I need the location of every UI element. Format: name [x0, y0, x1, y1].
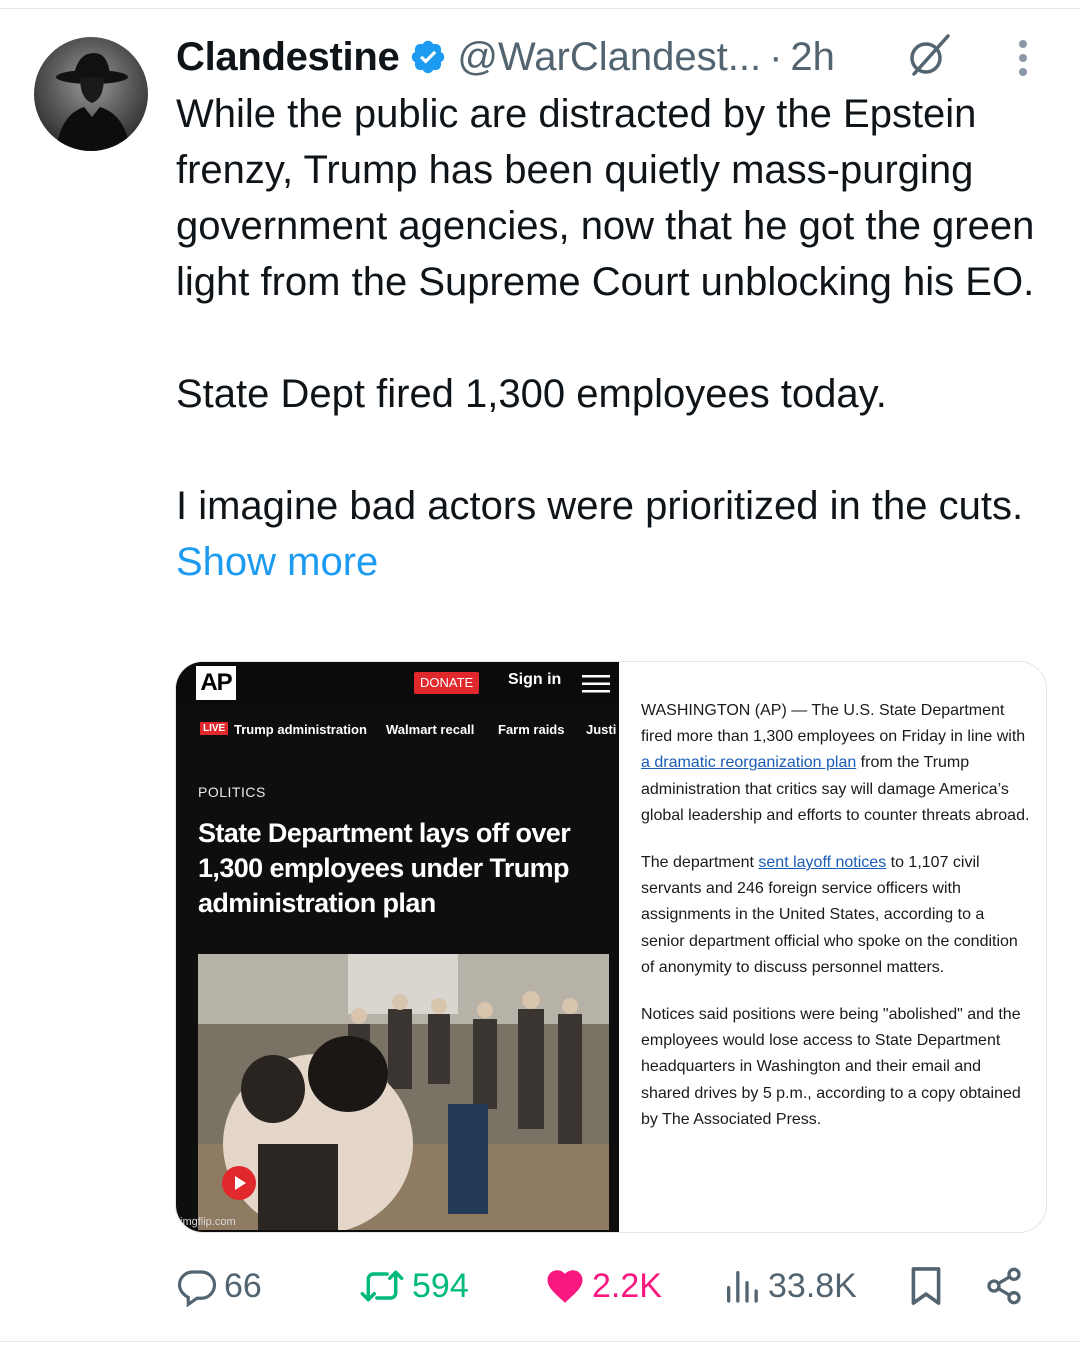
- article-paragraph: The department sent layoff notices to 1,…: [641, 850, 1031, 981]
- grok-icon[interactable]: [904, 30, 954, 80]
- menu-icon: [582, 674, 610, 694]
- ap-nav-item: Walmart recall: [386, 722, 475, 737]
- ap-nav-item: Farm raids: [498, 722, 565, 737]
- repost-count: 594: [412, 1266, 469, 1305]
- tweet-text: While the public are distracted by the E…: [176, 86, 1056, 590]
- sign-in-link: Sign in: [508, 671, 562, 688]
- article-paragraph: Notices said positions were being "aboli…: [641, 1006, 1021, 1128]
- more-options-icon[interactable]: [1010, 38, 1036, 84]
- repost-button[interactable]: 594: [358, 1258, 469, 1314]
- tweet-paragraph: State Dept fired 1,300 employees today.: [176, 372, 887, 416]
- ap-headline: State Department lays off over 1,300 emp…: [198, 818, 571, 918]
- author-handle[interactable]: @WarClandest...: [457, 35, 761, 80]
- heart-icon: [544, 1265, 586, 1307]
- ap-nav-item: Justi: [586, 722, 617, 737]
- ap-nav-item: Trump administration: [234, 722, 367, 737]
- article-text: The department: [641, 854, 759, 872]
- ap-section-label: POLITICS: [198, 784, 266, 800]
- share-button[interactable]: [984, 1258, 1024, 1314]
- reply-button[interactable]: 66: [176, 1258, 262, 1314]
- show-more-link[interactable]: Show more: [176, 540, 378, 584]
- repost-icon: [358, 1265, 406, 1307]
- article-paragraph: WASHINGTON (AP) — The U.S. State Departm…: [641, 698, 1031, 829]
- avatar[interactable]: [34, 37, 148, 151]
- play-icon: [222, 1166, 256, 1200]
- news-photo: [198, 954, 609, 1230]
- ap-nav: LIVE Trump administration Walmart recall…: [176, 718, 619, 744]
- views-button[interactable]: 33.8K: [722, 1258, 857, 1314]
- separator-dot: ·: [769, 34, 783, 79]
- bottom-divider: [0, 1341, 1080, 1342]
- bookmark-button[interactable]: [908, 1258, 944, 1314]
- ap-screenshot: AP DONATE Sign in LIVE Trump administrat…: [176, 662, 619, 1232]
- watermark: imgflip.com: [180, 1216, 236, 1228]
- tweet-paragraph: I imagine bad actors were prioritized in…: [176, 478, 1056, 590]
- reply-count: 66: [224, 1266, 262, 1305]
- media-card[interactable]: AP DONATE Sign in LIVE Trump administrat…: [175, 661, 1047, 1233]
- article-link: a dramatic reorganization plan: [641, 754, 857, 772]
- reply-icon: [176, 1265, 218, 1307]
- article-text: WASHINGTON (AP) — The U.S. State Departm…: [641, 702, 1026, 746]
- tweet-paragraph: While the public are distracted by the E…: [176, 92, 1035, 304]
- share-icon: [984, 1265, 1024, 1307]
- tweet-paragraph-text: I imagine bad actors were prioritized in…: [176, 484, 1024, 528]
- timestamp[interactable]: 2h: [790, 35, 835, 80]
- donate-button: DONATE: [414, 672, 480, 694]
- verified-badge-icon: [409, 38, 447, 76]
- like-count: 2.2K: [592, 1266, 662, 1305]
- top-divider: [0, 8, 1080, 9]
- article-link: sent layoff notices: [758, 854, 887, 872]
- like-button[interactable]: 2.2K: [544, 1258, 662, 1314]
- article-text: to 1,107 civil servants and 246 foreign …: [641, 854, 1018, 976]
- action-bar: 66 594 2.2K 33.8K: [176, 1258, 1056, 1314]
- article-excerpt: WASHINGTON (AP) — The U.S. State Departm…: [641, 698, 1031, 1154]
- views-icon: [722, 1265, 762, 1307]
- author-name[interactable]: Clandestine: [176, 35, 400, 80]
- ap-logo: AP: [196, 666, 236, 700]
- views-count: 33.8K: [768, 1266, 857, 1305]
- live-badge: LIVE: [200, 722, 229, 735]
- bookmark-icon: [908, 1264, 944, 1308]
